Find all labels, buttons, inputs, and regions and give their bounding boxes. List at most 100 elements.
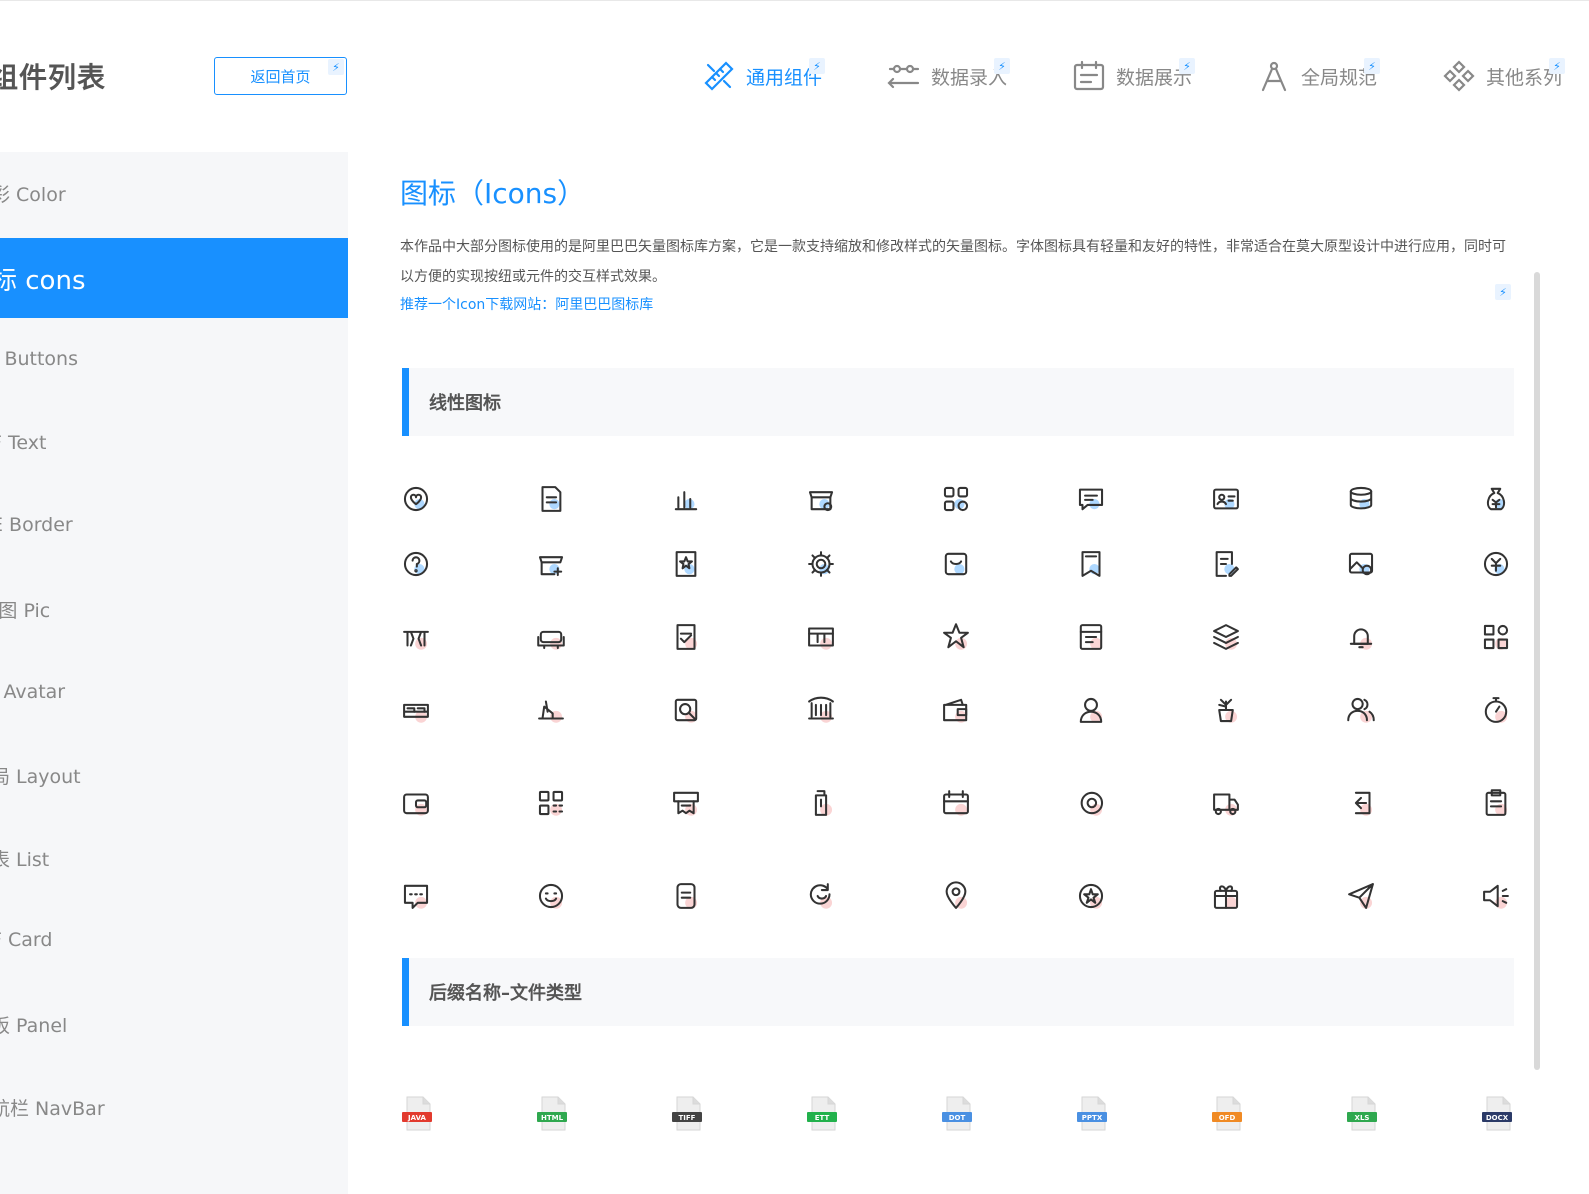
compass-icon	[1261, 61, 1287, 92]
sidebar-item-pic[interactable]: (图 Pic	[0, 569, 348, 649]
sidebar-item-list[interactable]: 表 List	[0, 818, 348, 898]
file-type-ett-icon[interactable]: ETT	[803, 1094, 843, 1134]
description: 本作品中大部分图标使用的是阿里巴巴矢量图标库方案，它是一款支持缩放和修改样式的矢…	[400, 239, 1506, 285]
qr-grid-icon[interactable]	[531, 783, 571, 823]
file-ext-label: DOT	[949, 1114, 966, 1122]
sidebar-item-color[interactable]: 彩 Color	[0, 153, 348, 233]
wallet-icon[interactable]	[936, 690, 976, 730]
crib-icon[interactable]	[801, 690, 841, 730]
kitchen-icon[interactable]	[1071, 617, 1111, 657]
map-pin-icon[interactable]	[936, 876, 976, 916]
refresh-face-icon[interactable]	[801, 876, 841, 916]
store-settings-icon[interactable]	[801, 479, 841, 519]
sidebar-item-layout[interactable]: 局 Layout	[0, 735, 348, 815]
coins-icon[interactable]	[1341, 479, 1381, 519]
nav-data-display[interactable]: 数据展示 ⚡	[1072, 58, 1195, 94]
bar-chart-icon[interactable]	[666, 479, 706, 519]
apps-grid-icon[interactable]	[936, 479, 976, 519]
section-linear-icons: 线性图标	[402, 368, 1514, 436]
file-type-java-icon[interactable]: JAVA	[398, 1094, 438, 1134]
send-icon[interactable]	[1341, 876, 1381, 916]
file-type-xls-icon[interactable]: XLS	[1343, 1094, 1383, 1134]
home-button[interactable]: 返回首页 ⚡	[214, 57, 347, 95]
calendar-list-icon	[1073, 60, 1105, 91]
nav-global-standards[interactable]: 全局规范 ⚡	[1257, 58, 1380, 94]
gift-icon[interactable]	[1206, 876, 1246, 916]
gear-icon[interactable]	[801, 544, 841, 584]
money-bag-icon[interactable]	[1476, 479, 1516, 519]
sidebar-item-border[interactable]: E Border	[0, 485, 348, 565]
sliders-icon	[887, 64, 920, 89]
file-type-docx-icon[interactable]: DOCX	[1478, 1094, 1518, 1134]
iconfont-link[interactable]: 推荐一个Icon下载网站：阿里巴巴图标库	[400, 292, 653, 318]
star-icon[interactable]	[936, 617, 976, 657]
message-icon[interactable]	[1071, 479, 1111, 519]
plant-icon[interactable]	[1206, 690, 1246, 730]
nav-general-components[interactable]: 通用组件 ⚡	[702, 58, 825, 94]
sidebar-item-buttons[interactable]: ] Buttons	[0, 319, 348, 399]
speaker-icon[interactable]	[1476, 876, 1516, 916]
bed-icon[interactable]	[396, 690, 436, 730]
lightning-icon: ⚡	[1179, 58, 1195, 74]
star-document-icon[interactable]	[666, 544, 706, 584]
file-note-icon[interactable]	[666, 876, 706, 916]
sidebar-item-avatar[interactable]: \ Avatar	[0, 652, 348, 732]
clipboard-icon[interactable]	[1476, 783, 1516, 823]
calendar-icon[interactable]	[936, 783, 976, 823]
file-type-pptx-icon[interactable]: PPTX	[1073, 1094, 1113, 1134]
sidebar-item-card[interactable]: F Card	[0, 900, 348, 980]
document-edit-icon[interactable]	[1206, 544, 1246, 584]
delivery-truck-icon[interactable]	[1206, 783, 1246, 823]
sidebar-item-navbar[interactable]: 航栏 NavBar	[0, 1067, 348, 1147]
wallet-card-icon[interactable]	[396, 783, 436, 823]
ship-icon[interactable]	[531, 690, 571, 730]
file-type-dot-icon[interactable]: DOT	[938, 1094, 978, 1134]
lightning-icon: ⚡	[1364, 58, 1380, 74]
image-settings-icon[interactable]	[1341, 544, 1381, 584]
lightning-icon: ⚡	[809, 58, 825, 74]
file-type-tiff-icon[interactable]: TIFF	[668, 1094, 708, 1134]
file-ext-label: HTML	[541, 1114, 564, 1122]
yen-circle-icon[interactable]	[1476, 544, 1516, 584]
file-ext-label: DOCX	[1486, 1114, 1509, 1122]
bottle-icon[interactable]	[801, 783, 841, 823]
sidebar-item-icons[interactable]: 标 cons	[0, 238, 348, 318]
file-type-html-icon[interactable]: HTML	[533, 1094, 573, 1134]
toolbox-icon[interactable]	[801, 617, 841, 657]
document-icon[interactable]	[531, 479, 571, 519]
bell-icon[interactable]	[1341, 617, 1381, 657]
chat-icon[interactable]	[396, 876, 436, 916]
id-card-icon[interactable]	[1206, 479, 1246, 519]
help-circle-icon[interactable]	[396, 544, 436, 584]
bookmark-icon[interactable]	[1071, 544, 1111, 584]
sidebar-item-text[interactable]: F Text	[0, 403, 348, 483]
file-ext-label: XLS	[1355, 1114, 1370, 1122]
logout-icon[interactable]	[1341, 783, 1381, 823]
page-title: 组件列表	[0, 61, 107, 94]
user-icon[interactable]	[1071, 690, 1111, 730]
dining-table-icon[interactable]	[396, 617, 436, 657]
diamond-grid-icon	[1443, 60, 1475, 92]
sofa-icon[interactable]	[531, 617, 571, 657]
report-icon[interactable]	[666, 617, 706, 657]
store-add-icon[interactable]	[531, 544, 571, 584]
nav-data-entry[interactable]: 数据录入 ⚡	[887, 58, 1010, 94]
sidebar-item-panel[interactable]: 板 Panel	[0, 984, 348, 1064]
search-document-icon[interactable]	[666, 690, 706, 730]
scrollbar[interactable]	[1534, 272, 1540, 1070]
file-type-ofd-icon[interactable]: OFD	[1208, 1094, 1248, 1134]
star-circle-icon[interactable]	[1071, 876, 1111, 916]
heart-location-icon[interactable]	[396, 479, 436, 519]
grid-icon[interactable]	[1476, 617, 1516, 657]
layers-icon[interactable]	[1206, 617, 1246, 657]
nav-other-series[interactable]: 其他系列 ⚡	[1442, 58, 1565, 94]
receipt-icon[interactable]	[666, 783, 706, 823]
stopwatch-icon[interactable]	[1476, 690, 1516, 730]
target-icon[interactable]	[1071, 783, 1111, 823]
lightning-icon: ⚡	[328, 59, 344, 75]
face-icon[interactable]	[531, 876, 571, 916]
users-icon[interactable]	[1341, 690, 1381, 730]
shopping-bag-icon[interactable]	[936, 544, 976, 584]
lightning-icon: ⚡	[1549, 58, 1565, 74]
file-ext-label: JAVA	[407, 1114, 426, 1122]
